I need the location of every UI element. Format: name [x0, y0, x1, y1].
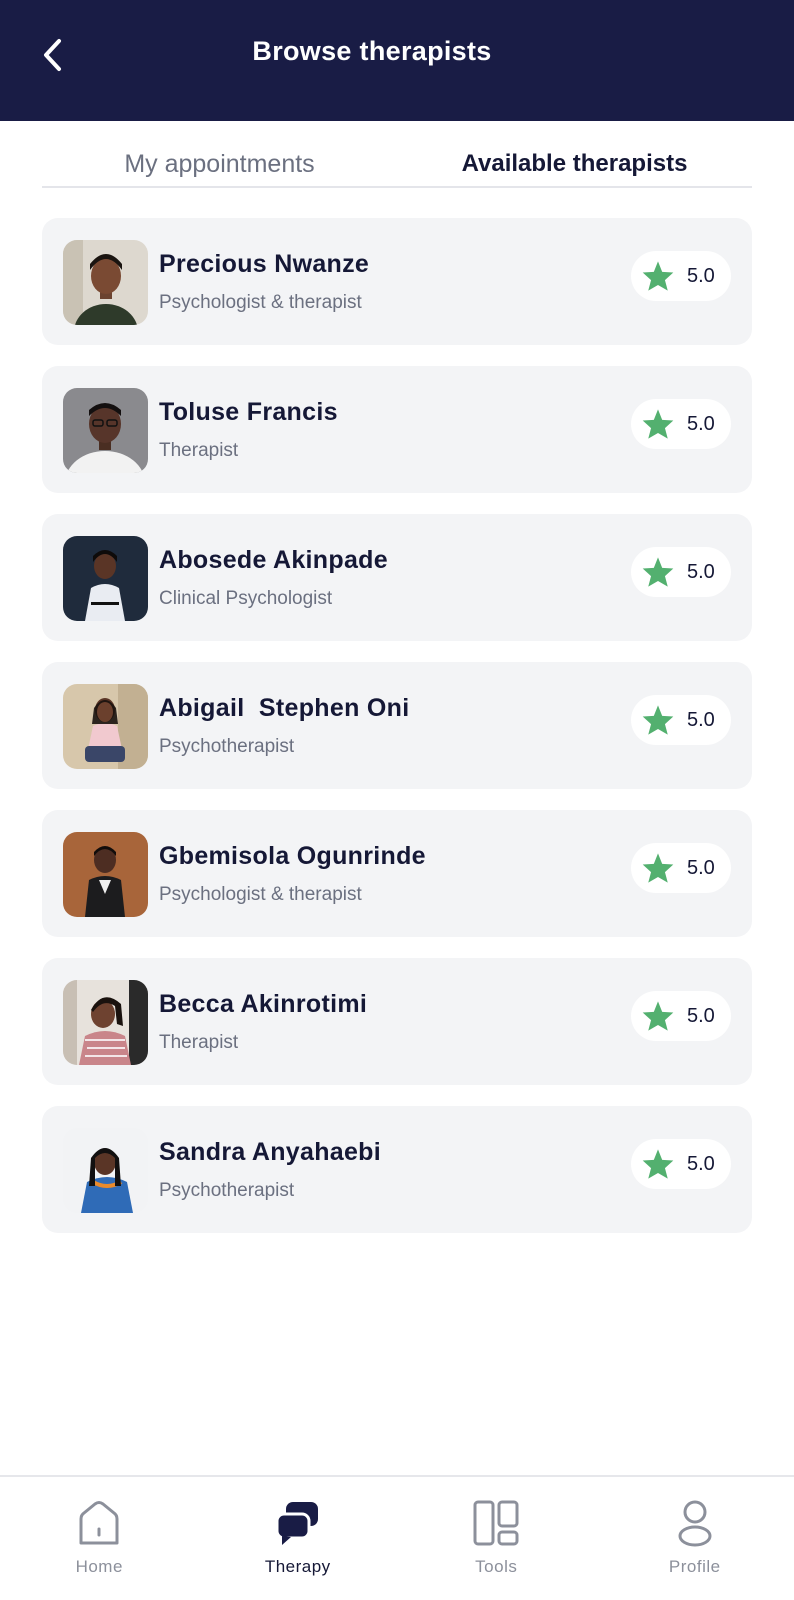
- therapist-list: Precious Nwanze Psychologist & therapist…: [42, 218, 752, 1254]
- therapist-card[interactable]: Gbemisola Ogunrinde Psychologist & thera…: [42, 810, 752, 937]
- therapist-card[interactable]: Toluse Francis Therapist 5.0: [42, 366, 752, 493]
- grid-icon: [473, 1500, 519, 1546]
- therapist-name: Precious Nwanze: [159, 250, 370, 278]
- nav-label: Home: [75, 1557, 123, 1576]
- rating-badge: 5.0: [631, 991, 731, 1041]
- bottom-nav: Home Therapy Tools Profile: [0, 1475, 794, 1600]
- therapist-role: Psychologist & therapist: [159, 884, 362, 905]
- home-icon: [79, 1501, 119, 1545]
- avatar: [63, 388, 148, 473]
- therapist-role: Psychologist & therapist: [159, 292, 362, 313]
- star-icon: [642, 409, 674, 439]
- therapist-role: Therapist: [159, 440, 239, 461]
- therapist-name: Abosede Akinpade: [159, 546, 388, 574]
- chat-bubbles-icon: [275, 1502, 318, 1545]
- avatar: [63, 536, 148, 621]
- therapist-card[interactable]: Precious Nwanze Psychologist & therapist…: [42, 218, 752, 345]
- rating-badge: 5.0: [631, 695, 731, 745]
- therapist-role: Clinical Psychologist: [159, 588, 333, 609]
- person-icon: [678, 1500, 712, 1547]
- page-title: Browse therapists: [252, 36, 492, 66]
- avatar: [63, 684, 148, 769]
- rating-badge: 5.0: [631, 843, 731, 893]
- nav-label: Tools: [475, 1557, 518, 1576]
- rating-value: 5.0: [687, 1004, 715, 1027]
- star-icon: [642, 1001, 674, 1031]
- rating-value: 5.0: [687, 412, 715, 435]
- therapist-role: Psychotherapist: [159, 1180, 295, 1201]
- rating-value: 5.0: [687, 708, 715, 731]
- therapist-card[interactable]: Abosede Akinpade Clinical Psychologist 5…: [42, 514, 752, 641]
- tab-available-therapists[interactable]: Available therapists: [397, 142, 752, 186]
- tab-bar: My appointments Available therapists: [42, 142, 752, 188]
- therapist-role: Therapist: [159, 1032, 239, 1053]
- nav-tools[interactable]: Tools: [397, 1477, 596, 1600]
- nav-label: Therapy: [264, 1557, 331, 1576]
- nav-home[interactable]: Home: [0, 1477, 199, 1600]
- therapist-card[interactable]: Becca Akinrotimi Therapist 5.0: [42, 958, 752, 1085]
- rating-badge: 5.0: [631, 1139, 731, 1189]
- rating-badge: 5.0: [631, 399, 731, 449]
- therapist-card[interactable]: Abigail Stephen Oni Psychotherapist 5.0: [42, 662, 752, 789]
- star-icon: [642, 1149, 674, 1179]
- therapist-name: Gbemisola Ogunrinde: [159, 842, 426, 870]
- rating-value: 5.0: [687, 264, 715, 287]
- nav-therapy[interactable]: Therapy: [199, 1477, 398, 1600]
- app-header: Browse therapists: [0, 0, 794, 121]
- nav-profile[interactable]: Profile: [596, 1477, 794, 1600]
- rating-badge: 5.0: [631, 251, 731, 301]
- therapist-card[interactable]: Sandra Anyahaebi Psychotherapist 5.0: [42, 1106, 752, 1233]
- star-icon: [642, 557, 674, 587]
- therapist-name: Sandra Anyahaebi: [159, 1138, 381, 1166]
- avatar: [63, 240, 148, 325]
- rating-value: 5.0: [687, 856, 715, 879]
- avatar: [63, 832, 148, 917]
- rating-badge: 5.0: [631, 547, 731, 597]
- therapist-role: Psychotherapist: [159, 736, 295, 757]
- avatar: [63, 980, 148, 1065]
- nav-label: Profile: [668, 1557, 721, 1576]
- therapist-name: Abigail Stephen Oni: [159, 694, 410, 722]
- rating-value: 5.0: [687, 560, 715, 583]
- rating-value: 5.0: [687, 1152, 715, 1175]
- therapist-name: Toluse Francis: [159, 398, 338, 426]
- therapist-name: Becca Akinrotimi: [159, 990, 368, 1018]
- star-icon: [642, 853, 674, 883]
- star-icon: [642, 261, 674, 291]
- tab-my-appointments[interactable]: My appointments: [42, 142, 397, 186]
- avatar: [63, 1128, 148, 1213]
- star-icon: [642, 705, 674, 735]
